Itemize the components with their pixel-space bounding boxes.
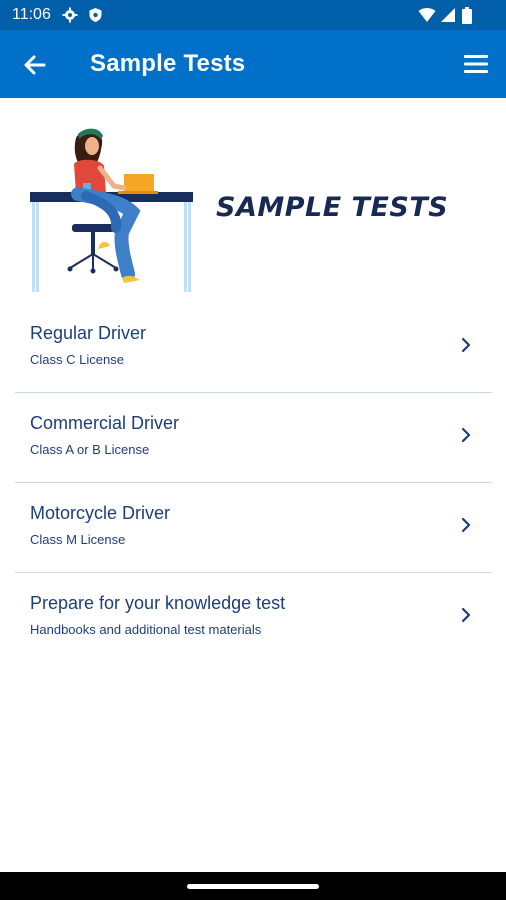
wifi-icon [418,8,436,22]
list-item-knowledge-test[interactable]: Prepare for your knowledge test Handbook… [15,573,492,662]
app-bar: Sample Tests [0,30,506,98]
list-item-commercial-driver[interactable]: Commercial Driver Class A or B License [15,393,492,483]
battery-icon [462,7,472,24]
sample-tests-list: Regular Driver Class C License Commercia… [15,303,492,662]
list-item-title: Prepare for your knowledge test [30,593,286,613]
list-item-title: Regular Driver [30,323,147,343]
list-item-subtitle: Class C License [30,352,124,367]
signal-icon [441,8,455,22]
back-arrow-icon[interactable] [22,52,48,78]
list-item-title: Motorcycle Driver [30,503,171,523]
list-item-motorcycle-driver[interactable]: Motorcycle Driver Class M License [15,483,492,573]
chevron-right-icon [461,517,471,533]
student-at-desk-illustration [30,128,193,292]
hero-banner: SAMPLE TESTS [0,98,506,303]
shield-icon [89,8,102,22]
status-time: 11:06 [12,6,51,23]
chevron-right-icon [461,337,471,353]
chevron-right-icon [461,427,471,443]
menu-icon[interactable] [464,54,488,74]
list-item-subtitle: Class M License [30,532,126,547]
list-item-title: Commercial Driver [30,413,180,433]
chevron-right-icon [461,607,471,623]
list-item-subtitle: Handbooks and additional test materials [30,622,262,637]
system-navigation-bar [0,872,506,900]
gear-icon [62,7,78,23]
list-item-subtitle: Class A or B License [30,442,150,457]
page-title: Sample Tests [90,50,246,77]
status-bar: 11:06 [0,0,506,30]
home-gesture-handle[interactable] [187,884,319,889]
list-item-regular-driver[interactable]: Regular Driver Class C License [15,303,492,393]
hero-title: SAMPLE TESTS [216,192,449,223]
